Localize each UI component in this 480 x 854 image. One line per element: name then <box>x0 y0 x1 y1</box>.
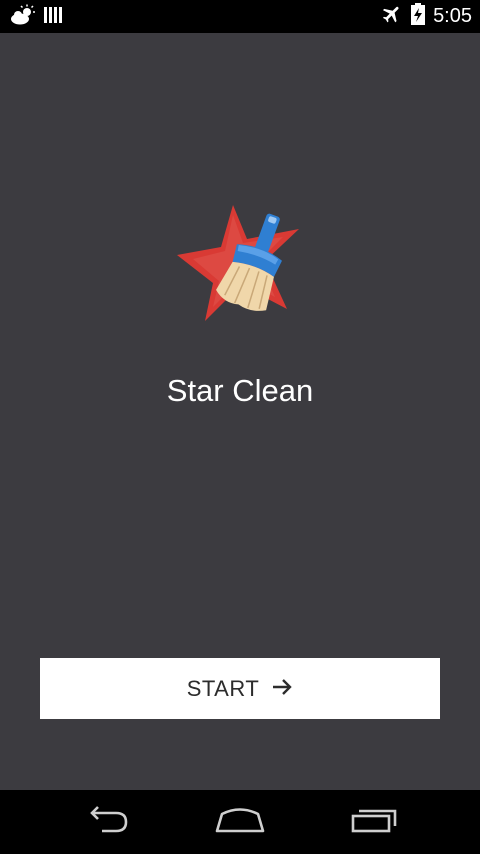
status-bar-left <box>10 4 62 31</box>
recents-button[interactable] <box>344 802 404 842</box>
weather-icon <box>10 4 36 31</box>
splash-screen: Star Clean START <box>0 33 480 790</box>
navigation-bar <box>0 790 480 854</box>
back-button[interactable] <box>76 802 136 842</box>
home-button[interactable] <box>210 802 270 842</box>
clock: 5:05 <box>433 5 472 27</box>
airplane-icon <box>381 3 403 30</box>
status-bar-right: 5:05 <box>381 3 472 30</box>
star-broom-logo <box>175 203 305 328</box>
arrow-right-icon <box>271 676 293 702</box>
recents-icon <box>350 806 398 839</box>
start-button-label: START <box>186 675 260 701</box>
home-icon <box>214 806 266 839</box>
battery-charging-icon <box>411 3 426 30</box>
start-button[interactable]: START <box>40 658 440 719</box>
status-bar: 5:05 <box>0 0 480 33</box>
signal-bars-icon <box>44 5 62 30</box>
app-title: Star Clean <box>166 373 314 408</box>
back-icon <box>82 805 130 840</box>
